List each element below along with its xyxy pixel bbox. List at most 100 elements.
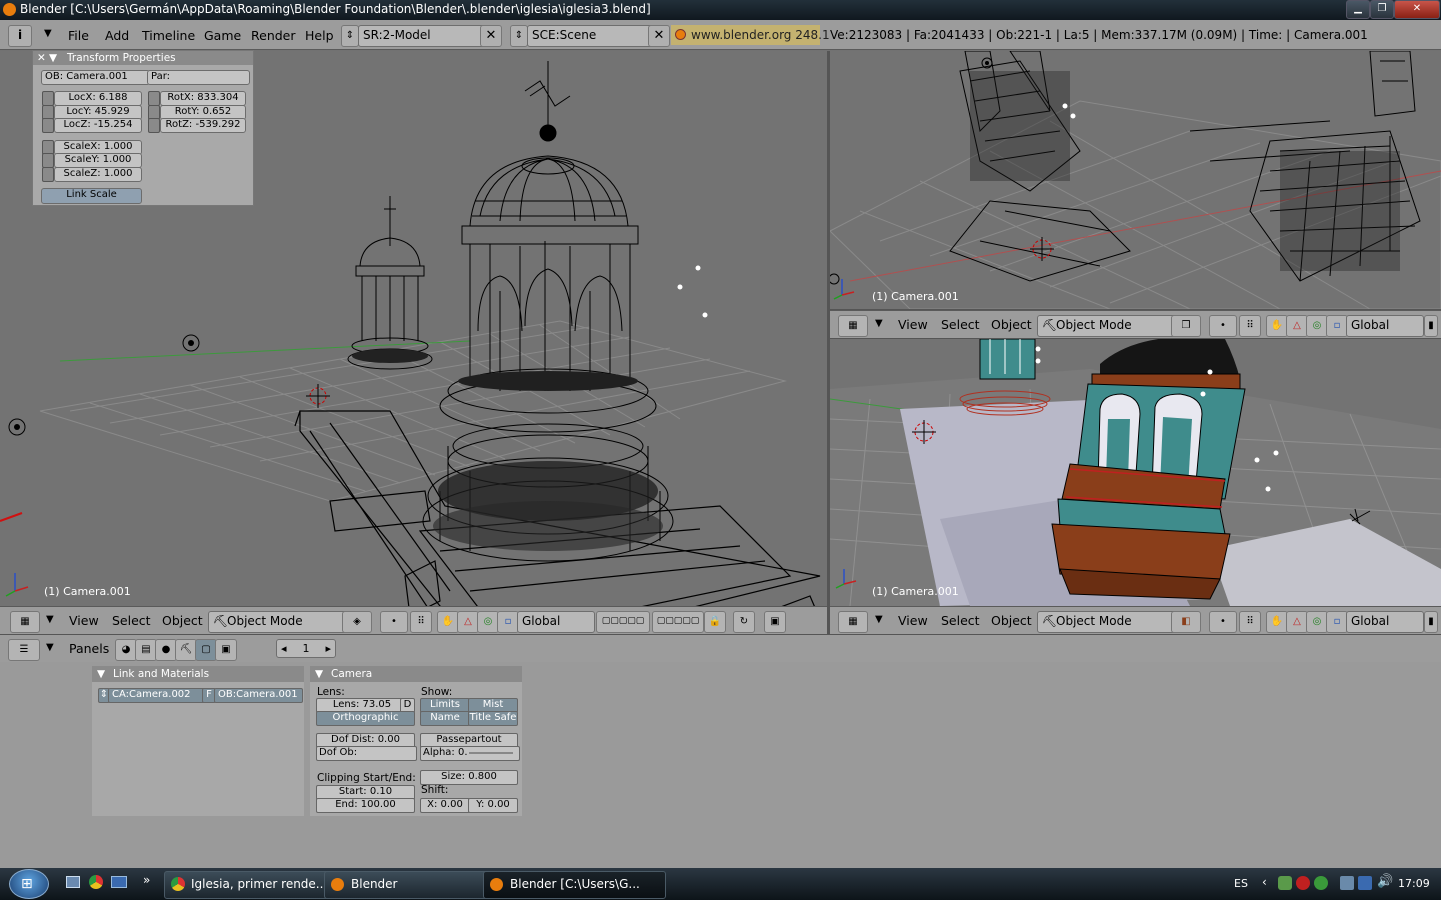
horizontal-area-divider[interactable] <box>830 309 1441 310</box>
camera-panel[interactable]: ▼ Camera Lens: Lens: 73.05 D Orthographi… <box>310 666 522 816</box>
transform-panel-header[interactable]: ✕ ▼ Transform Properties <box>33 51 253 65</box>
scale-manipulator-button[interactable]: ▫ <box>1326 315 1348 337</box>
dof-object-field[interactable]: Dof Ob: <box>316 746 417 761</box>
rotate-manipulator-button[interactable]: ◎ <box>1306 611 1328 633</box>
translate-manipulator-button[interactable]: △ <box>457 611 479 633</box>
scene-delete-button[interactable]: ✕ <box>648 25 670 47</box>
minimize-button[interactable]: ▁ <box>1346 0 1370 19</box>
header-scroll-button[interactable]: ▮ <box>1424 315 1438 337</box>
menu-object[interactable]: Object <box>162 613 203 628</box>
vertical-area-divider[interactable] <box>827 51 830 634</box>
update-tray-icon[interactable] <box>1314 876 1328 890</box>
link-scale-button[interactable]: Link Scale <box>41 188 142 204</box>
link-and-materials-panel[interactable]: ▼ Link and Materials ⇕ CA:Camera.002 F O… <box>92 666 304 816</box>
network-tray-icon[interactable] <box>1278 876 1292 890</box>
alpha-slider[interactable]: Alpha: 0. <box>420 746 520 761</box>
lock-scaley-icon[interactable] <box>42 153 54 168</box>
shift-y-field[interactable]: Y: 0.00 <box>468 798 518 813</box>
layers-group-2[interactable]: ▢▢▢▢▢ <box>652 611 704 633</box>
header-scroll-button[interactable]: ▮ <box>1424 611 1438 633</box>
pivot-button[interactable]: • <box>380 611 408 633</box>
volume-tray-icon[interactable]: 🔊 <box>1377 874 1393 889</box>
orientation-select[interactable]: Global <box>517 611 595 633</box>
lock-locx-icon[interactable] <box>42 91 54 106</box>
scale-manipulator-button[interactable]: ▫ <box>1326 611 1348 633</box>
menu-select[interactable]: Select <box>941 613 980 628</box>
shading-context-button[interactable]: ● <box>155 639 177 661</box>
scalez-field[interactable]: ScaleZ: 1.000 <box>54 167 142 182</box>
start-button[interactable]: ⊞ <box>9 869 49 899</box>
mode-select[interactable]: ⛏ Object Mode <box>1037 315 1181 337</box>
window-type-button[interactable]: ☰ <box>8 639 40 661</box>
antivirus-tray-icon[interactable] <box>1296 876 1310 890</box>
collapse-menus-icon[interactable]: ▼ <box>46 614 54 625</box>
menu-object[interactable]: Object <box>991 317 1032 332</box>
link-button[interactable]: ↻ <box>733 611 755 633</box>
menu-view[interactable]: View <box>898 317 928 332</box>
menu-file[interactable]: File <box>68 28 89 43</box>
orientation-select[interactable]: Global <box>1346 315 1424 337</box>
clock[interactable]: 17:09 <box>1398 877 1430 890</box>
lock-locz-icon[interactable] <box>42 118 54 133</box>
scale-manipulator-button[interactable]: ▫ <box>497 611 519 633</box>
locz-field[interactable]: LocZ: -15.254 <box>54 118 142 133</box>
orthographic-toggle[interactable]: Orthographic <box>316 711 415 726</box>
desktop-quicklaunch-icon[interactable] <box>111 876 127 888</box>
scene-name-field[interactable]: SCE:Scene <box>527 25 654 47</box>
horizontal-area-divider[interactable] <box>830 338 1441 339</box>
arrow-right-icon[interactable]: ▸ <box>325 640 331 658</box>
menu-object[interactable]: Object <box>991 613 1032 628</box>
monitor-tray-icon[interactable] <box>1358 876 1372 890</box>
panels-menu[interactable]: Panels <box>69 641 109 656</box>
show-name-toggle[interactable]: Name <box>420 711 470 726</box>
show-desktop-icon[interactable] <box>66 876 80 888</box>
pivot-button[interactable]: • <box>1209 315 1237 337</box>
rotx-field[interactable]: RotX: 833.304 <box>160 91 246 106</box>
collapse-menus-icon[interactable]: ▼ <box>46 642 54 653</box>
collapse-menus-icon[interactable]: ▼ <box>875 614 883 625</box>
logic-context-button[interactable]: ◕ <box>115 639 137 661</box>
close-icon[interactable]: ✕ <box>37 51 46 65</box>
triangle-down-icon[interactable]: ▼ <box>49 51 57 65</box>
locx-field[interactable]: LocX: 6.188 <box>54 91 142 106</box>
mode-select[interactable]: ⛏ Object Mode <box>208 611 352 633</box>
translate-manipulator-button[interactable]: △ <box>1286 611 1308 633</box>
lock-scalez-icon[interactable] <box>42 167 54 182</box>
window-title-bar[interactable]: Blender [C:\Users\Germán\AppData\Roaming… <box>0 0 1441 20</box>
pivot-button[interactable]: • <box>1209 611 1237 633</box>
snap-layers-button[interactable]: ⠿ <box>410 611 432 633</box>
screen-name-field[interactable]: SR:2-Model <box>358 25 486 47</box>
rotate-manipulator-button[interactable]: ◎ <box>477 611 499 633</box>
scaley-field[interactable]: ScaleY: 1.000 <box>54 153 142 168</box>
arrow-left-icon[interactable]: ◂ <box>281 640 287 658</box>
render-view-button[interactable]: ▣ <box>764 611 786 633</box>
scene-browse-button[interactable]: ⇕ <box>510 25 528 47</box>
lock-layers-button[interactable]: 🔒 <box>704 611 726 633</box>
transform-properties-panel[interactable]: ✕ ▼ Transform Properties OB: Camera.001 … <box>32 50 254 206</box>
layers-group-1[interactable]: ▢▢▢▢▢ <box>596 611 650 633</box>
rotate-manipulator-button[interactable]: ◎ <box>1306 315 1328 337</box>
menu-render[interactable]: Render <box>251 28 296 43</box>
menu-select[interactable]: Select <box>112 613 151 628</box>
camera-size-field[interactable]: Size: 0.800 <box>420 770 518 785</box>
draw-type-button[interactable]: ◈ <box>342 611 372 633</box>
draw-type-button[interactable]: ◧ <box>1171 611 1201 633</box>
menu-game[interactable]: Game <box>204 28 241 43</box>
draw-type-button[interactable]: ❒ <box>1171 315 1201 337</box>
snap-layers-button[interactable]: ⠿ <box>1239 611 1261 633</box>
more-chevron-icon[interactable]: » <box>143 873 150 887</box>
menu-add[interactable]: Add <box>105 28 129 43</box>
window-type-button[interactable]: ▦ <box>838 611 868 633</box>
manipulator-hand-button[interactable]: ✋ <box>1266 611 1288 633</box>
snap-layers-button[interactable]: ⠿ <box>1239 315 1261 337</box>
collapse-menus-icon[interactable]: ▼ <box>875 318 883 329</box>
menu-select[interactable]: Select <box>941 317 980 332</box>
taskbar-item-blender[interactable]: Blender <box>324 871 506 899</box>
script-context-button[interactable]: ▤ <box>135 639 157 661</box>
window-type-button[interactable]: ▦ <box>838 315 868 337</box>
object-context-button[interactable]: ⛏ <box>175 639 197 661</box>
buttons-window[interactable]: ▼ Link and Materials ⇕ CA:Camera.002 F O… <box>0 662 1441 868</box>
device-tray-icon[interactable] <box>1340 876 1354 890</box>
window-type-button[interactable]: ▦ <box>10 611 40 633</box>
manipulator-hand-button[interactable]: ✋ <box>437 611 459 633</box>
